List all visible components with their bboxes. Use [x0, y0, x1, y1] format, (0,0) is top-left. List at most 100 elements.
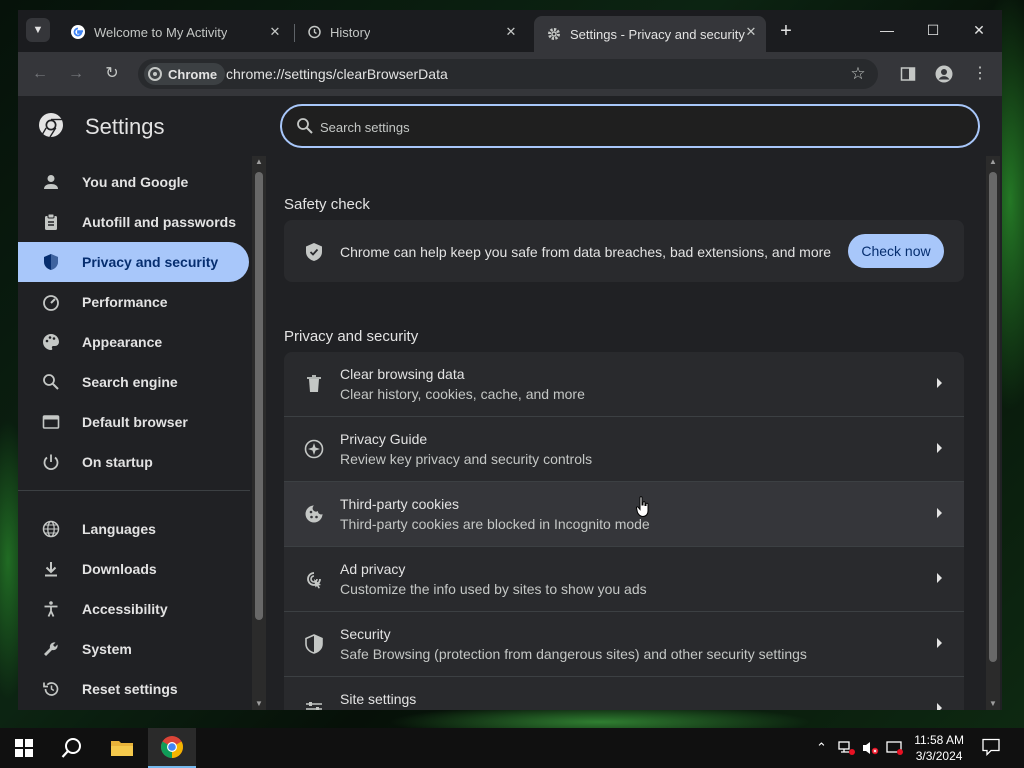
forward-button[interactable]: →: [64, 62, 88, 86]
new-tab-button[interactable]: +: [774, 20, 798, 44]
sidebar-item-reset-settings[interactable]: Reset settings: [18, 669, 249, 709]
sidebar-item-system[interactable]: System: [18, 629, 249, 669]
globe-icon: [41, 519, 61, 539]
maximize-button[interactable]: ☐: [918, 18, 948, 42]
scroll-up-arrow[interactable]: ▲: [252, 156, 266, 168]
tab-my-activity[interactable]: Welcome to My Activity ✕: [58, 16, 290, 48]
main-scrollbar[interactable]: ▲ ▼: [986, 156, 1000, 710]
sidebar-scrollbar[interactable]: ▲ ▼: [252, 156, 266, 710]
sidebar-item-search-engine[interactable]: Search engine: [18, 362, 249, 402]
volume-muted-icon[interactable]: [862, 740, 880, 759]
arrow-right-icon: [937, 638, 942, 648]
row-subtitle: Customize the info used by sites to show…: [340, 581, 647, 597]
sidebar-divider: [18, 490, 250, 491]
chrome-taskbar-button[interactable]: [148, 728, 196, 768]
sidebar-item-appearance[interactable]: Appearance: [18, 322, 249, 362]
tab-strip: ▼ Welcome to My Activity ✕ History ✕ Set…: [18, 10, 1002, 52]
tab-label: History: [330, 24, 371, 40]
arrow-right-icon: [937, 443, 942, 453]
google-g-icon: [70, 24, 86, 40]
sidebar-item-label: Appearance: [82, 334, 163, 350]
sidebar-item-accessibility[interactable]: Accessibility: [18, 589, 249, 629]
sidebar-item-label: Performance: [82, 294, 168, 310]
browser-window-icon: [41, 412, 61, 432]
row-security[interactable]: Security Safe Browsing (protection from …: [284, 612, 964, 677]
shield-icon: [41, 252, 61, 272]
privacy-settings-list: Clear browsing data Clear history, cooki…: [284, 352, 964, 710]
row-clear-browsing-data[interactable]: Clear browsing data Clear history, cooki…: [284, 352, 964, 417]
row-third-party-cookies[interactable]: Third-party cookies Third-party cookies …: [284, 482, 964, 547]
tab-search-button[interactable]: ▼: [26, 18, 50, 42]
profile-avatar-icon[interactable]: [932, 62, 956, 86]
sidebar-item-downloads[interactable]: Downloads: [18, 549, 249, 589]
url-text[interactable]: chrome://settings/clearBrowserData: [226, 66, 448, 82]
search-icon: [41, 372, 61, 392]
trash-icon: [307, 375, 321, 392]
scroll-up-arrow[interactable]: ▲: [986, 156, 1000, 168]
clipboard-icon: [41, 212, 61, 232]
section-title-privacy: Privacy and security: [284, 328, 419, 345]
sidebar-item-autofill[interactable]: Autofill and passwords: [18, 202, 249, 242]
minimize-button[interactable]: —: [872, 18, 902, 42]
shield-icon: [305, 634, 323, 654]
close-window-button[interactable]: ✕: [964, 18, 994, 42]
check-now-button[interactable]: Check now: [848, 234, 944, 268]
chrome-logo-icon: [161, 736, 183, 758]
scroll-down-arrow[interactable]: ▼: [252, 698, 266, 710]
arrow-right-icon: [937, 508, 942, 518]
reset-history-icon: [41, 679, 61, 699]
reload-button[interactable]: ↻: [100, 62, 124, 86]
scrollbar-thumb[interactable]: [255, 172, 263, 620]
row-title: Clear browsing data: [340, 366, 465, 382]
search-input[interactable]: [318, 115, 922, 139]
clock-date: 3/3/2024: [915, 749, 963, 763]
display-icon[interactable]: [886, 740, 904, 759]
sidebar-item-performance[interactable]: Performance: [18, 282, 249, 322]
row-ad-privacy[interactable]: Ad privacy Customize the info used by si…: [284, 547, 964, 612]
row-site-settings[interactable]: Site settings: [284, 677, 964, 710]
settings-main: Safety check Chrome can help keep you sa…: [284, 156, 984, 710]
taskbar-search-button[interactable]: [48, 728, 96, 768]
sidebar-item-privacy[interactable]: Privacy and security: [18, 242, 249, 282]
side-panel-icon[interactable]: [896, 62, 920, 86]
ad-privacy-icon: [307, 572, 321, 589]
menu-kebab-icon[interactable]: ⋮: [968, 62, 992, 86]
safety-check-text: Chrome can help keep you safe from data …: [340, 244, 832, 260]
row-subtitle: Clear history, cookies, cache, and more: [340, 386, 585, 402]
sidebar-item-on-startup[interactable]: On startup: [18, 442, 249, 482]
back-button[interactable]: ←: [28, 62, 52, 86]
sidebar-item-label: Default browser: [82, 414, 188, 430]
row-subtitle: Review key privacy and security controls: [340, 451, 593, 467]
file-explorer-button[interactable]: [98, 728, 146, 768]
sidebar-item-label: Privacy and security: [82, 254, 219, 270]
show-hidden-icons-chevron-icon[interactable]: ⌃: [816, 740, 827, 756]
sidebar-item-label: Reset settings: [82, 681, 178, 697]
folder-icon: [111, 741, 133, 756]
sidebar-item-label: System: [82, 641, 132, 657]
site-info-chip[interactable]: Chrome: [144, 63, 226, 85]
address-bar[interactable]: Chrome chrome://settings/clearBrowserDat…: [138, 59, 878, 89]
sidebar-item-languages[interactable]: Languages: [18, 509, 249, 549]
close-tab-icon[interactable]: ✕: [502, 23, 520, 41]
scrollbar-thumb[interactable]: [989, 172, 997, 662]
row-privacy-guide[interactable]: Privacy Guide Review key privacy and sec…: [284, 417, 964, 482]
wrench-icon: [41, 639, 61, 659]
network-icon[interactable]: [838, 740, 856, 759]
palette-icon: [41, 332, 61, 352]
close-tab-icon[interactable]: ✕: [266, 23, 284, 41]
row-title: Third-party cookies: [340, 496, 460, 512]
taskbar-clock[interactable]: 11:58 AM 3/3/2024: [914, 732, 964, 764]
chevron-down-icon: ▼: [32, 24, 44, 36]
sidebar-item-you-and-google[interactable]: You and Google: [18, 162, 249, 202]
notification-center-icon[interactable]: [982, 738, 1000, 759]
sidebar-item-default-browser[interactable]: Default browser: [18, 402, 249, 442]
history-icon: [306, 24, 322, 40]
scroll-down-arrow[interactable]: ▼: [986, 698, 1000, 710]
search-settings-box[interactable]: [280, 104, 980, 148]
row-title: Security: [340, 626, 391, 642]
tab-history[interactable]: History ✕: [294, 16, 526, 48]
start-button[interactable]: [0, 728, 48, 768]
tab-settings[interactable]: Settings - Privacy and security ✕: [534, 16, 766, 52]
bookmark-star-icon[interactable]: ☆: [846, 62, 870, 86]
close-tab-icon[interactable]: ✕: [742, 23, 760, 41]
